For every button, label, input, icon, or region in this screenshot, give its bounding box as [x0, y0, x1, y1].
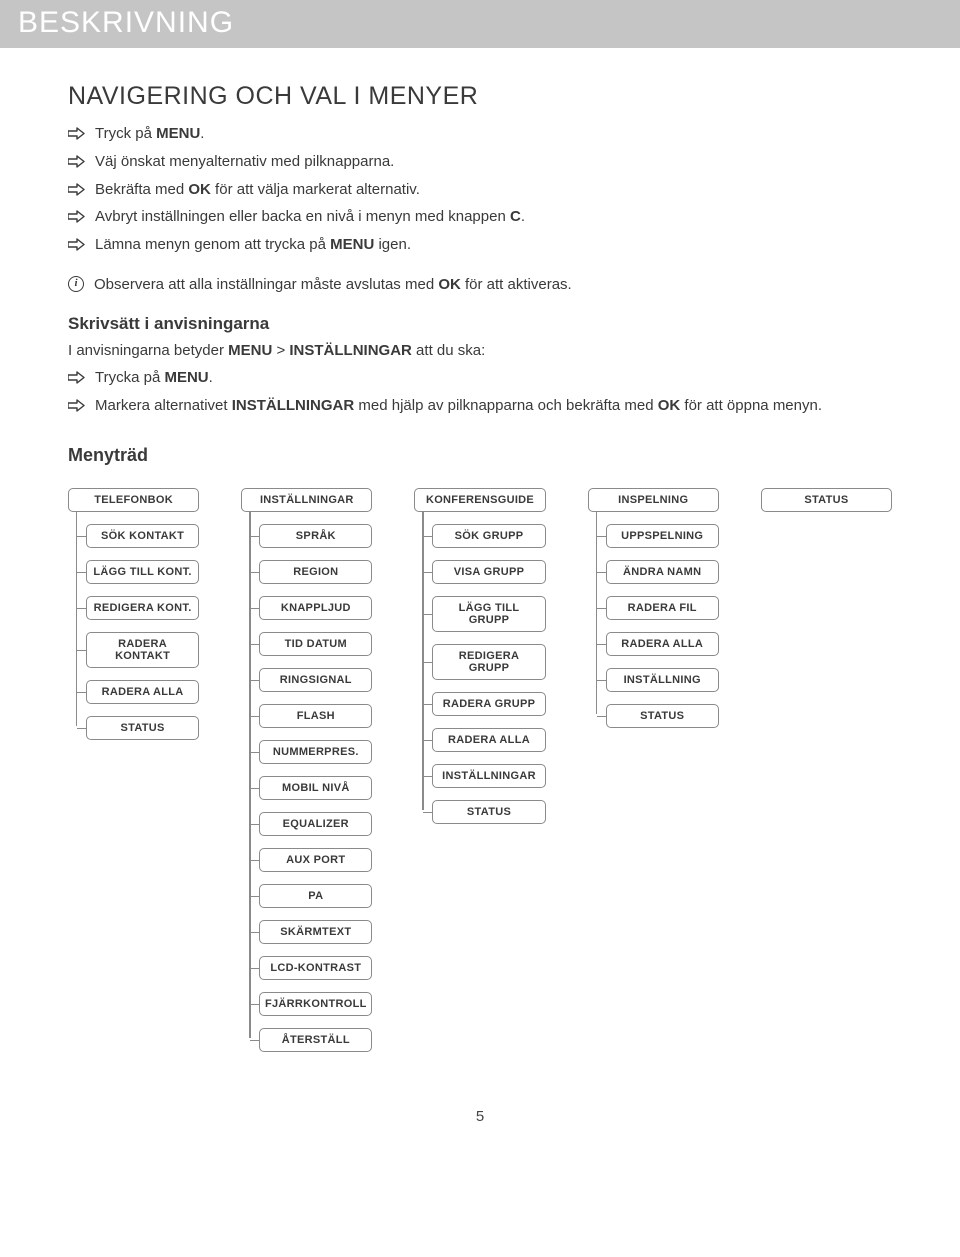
- menu-tree-child-node: LÄGG TILL GRUPP: [432, 596, 545, 632]
- step-text: Tryck på MENU.: [95, 123, 204, 145]
- menu-tree-child-node: KNAPPLJUD: [259, 596, 372, 620]
- menu-tree-child-node: ÅTERSTÄLL: [259, 1028, 372, 1052]
- menu-tree: TELEFONBOK SÖK KONTAKT LÄGG TILL KONT. REDI…: [68, 488, 892, 1064]
- step-text: Väj önskat menyalternativ med pilknappar…: [95, 151, 394, 173]
- step-item: Trycka på MENU.: [68, 367, 892, 389]
- info-note-list: i Observera att alla inställningar måste…: [68, 274, 892, 296]
- step-item: Tryck på MENU.: [68, 123, 892, 145]
- menu-tree-child-node: SÖK KONTAKT: [86, 524, 199, 548]
- menu-tree-child-node: RADERA ALLA: [606, 632, 719, 656]
- menu-tree-children: SÖK GRUPP VISA GRUPP LÄGG TILL GRUPP REDIGE…: [414, 524, 545, 824]
- arrow-right-icon: [68, 127, 85, 140]
- menu-tree-child-node: FJÄRRKONTROLL: [259, 992, 372, 1016]
- menu-tree-column: KONFERENSGUIDE SÖK GRUPP VISA GRUPP LÄGG TI…: [414, 488, 545, 836]
- menu-tree-column: STATUS: [761, 488, 892, 524]
- arrow-right-icon: [68, 399, 85, 412]
- menu-tree-child-node: ÄNDRA NAMN: [606, 560, 719, 584]
- info-note-text: Observera att alla inställningar måste a…: [94, 274, 572, 296]
- menu-tree-children: UPPSPELNING ÄNDRA NAMN RADERA FIL RADERA AL…: [588, 524, 719, 728]
- subsection-heading: Skrivsätt i anvisningarna: [68, 314, 892, 334]
- arrow-right-icon: [68, 155, 85, 168]
- menu-tree-child-node: REDIGERA KONT.: [86, 596, 199, 620]
- menu-tree-column: INSTÄLLNINGAR SPRÅK REGION KNAPPLJUD TID DAT…: [241, 488, 372, 1064]
- info-note: i Observera att alla inställningar måste…: [68, 274, 892, 296]
- menu-tree-child-node: RADERA KONTAKT: [86, 632, 199, 668]
- menu-tree-child-node: REGION: [259, 560, 372, 584]
- menu-tree-child-node: RADERA ALLA: [86, 680, 199, 704]
- page-header: BESKRIVNING: [0, 0, 960, 48]
- menu-tree-top-node: KONFERENSGUIDE: [414, 488, 545, 512]
- menu-tree-child-node: UPPSPELNING: [606, 524, 719, 548]
- menu-tree-child-node: MOBIL NIVÅ: [259, 776, 372, 800]
- step-text: Avbryt inställningen eller backa en nivå…: [95, 206, 525, 228]
- menu-tree-column: TELEFONBOK SÖK KONTAKT LÄGG TILL KONT. REDI…: [68, 488, 199, 752]
- menu-tree-child-node: SÖK GRUPP: [432, 524, 545, 548]
- step-item: Avbryt inställningen eller backa en nivå…: [68, 206, 892, 228]
- step-item: Markera alternativet INSTÄLLNINGAR med h…: [68, 395, 892, 417]
- menu-tree-child-node: FLASH: [259, 704, 372, 728]
- menu-tree-child-node: PA: [259, 884, 372, 908]
- page-number: 5: [68, 1108, 892, 1125]
- menu-tree-column: INSPELNING UPPSPELNING ÄNDRA NAMN RADERA FI…: [588, 488, 719, 740]
- menu-tree-child-node: STATUS: [606, 704, 719, 728]
- subsection-steps-list: Trycka på MENU. Markera alternativet INST…: [68, 367, 892, 417]
- menu-tree-children: SÖK KONTAKT LÄGG TILL KONT. REDIGERA KONT.…: [68, 524, 199, 740]
- step-text: Bekräfta med OK för att välja markerat a…: [95, 179, 420, 201]
- menu-tree-child-node: NUMMERPRES.: [259, 740, 372, 764]
- step-item: Bekräfta med OK för att välja markerat a…: [68, 179, 892, 201]
- page-header-title: BESKRIVNING: [18, 6, 942, 40]
- menu-tree-child-node: RADERA GRUPP: [432, 692, 545, 716]
- menu-tree-child-node: STATUS: [432, 800, 545, 824]
- menu-tree-child-node: VISA GRUPP: [432, 560, 545, 584]
- menu-tree-child-node: AUX PORT: [259, 848, 372, 872]
- menu-tree-top-node: INSPELNING: [588, 488, 719, 512]
- menu-tree-top-node: TELEFONBOK: [68, 488, 199, 512]
- step-item: Väj önskat menyalternativ med pilknappar…: [68, 151, 892, 173]
- menu-tree-heading: Menyträd: [68, 445, 892, 466]
- menu-tree-top-node: INSTÄLLNINGAR: [241, 488, 372, 512]
- navigation-steps-list: Tryck på MENU. Väj önskat menyalternativ …: [68, 123, 892, 256]
- step-text: Lämna menyn genom att trycka på MENU ige…: [95, 234, 411, 256]
- info-icon: i: [68, 276, 84, 292]
- section-heading: NAVIGERING OCH VAL I MENYER: [68, 82, 892, 111]
- menu-tree-child-node: REDIGERA GRUPP: [432, 644, 545, 680]
- step-text: Trycka på MENU.: [95, 367, 213, 389]
- arrow-right-icon: [68, 183, 85, 196]
- menu-tree-child-node: INSTÄLLNINGAR: [432, 764, 545, 788]
- step-text: Markera alternativet INSTÄLLNINGAR med h…: [95, 395, 822, 417]
- menu-tree-children: SPRÅK REGION KNAPPLJUD TID DATUM RINGSIGNAL F…: [241, 524, 372, 1052]
- menu-tree-child-node: STATUS: [86, 716, 199, 740]
- menu-tree-child-node: RADERA FIL: [606, 596, 719, 620]
- menu-tree-child-node: TID DATUM: [259, 632, 372, 656]
- arrow-right-icon: [68, 210, 85, 223]
- menu-tree-child-node: INSTÄLLNING: [606, 668, 719, 692]
- menu-tree-child-node: SKÄRMTEXT: [259, 920, 372, 944]
- menu-tree-child-node: RADERA ALLA: [432, 728, 545, 752]
- subsection-intro-text: I anvisningarna betyder MENU > INSTÄLLNI…: [68, 340, 892, 362]
- step-item: Lämna menyn genom att trycka på MENU ige…: [68, 234, 892, 256]
- arrow-right-icon: [68, 371, 85, 384]
- arrow-right-icon: [68, 238, 85, 251]
- menu-tree-child-node: RINGSIGNAL: [259, 668, 372, 692]
- menu-tree-child-node: SPRÅK: [259, 524, 372, 548]
- menu-tree-child-node: LCD-KONTRAST: [259, 956, 372, 980]
- menu-tree-top-node: STATUS: [761, 488, 892, 512]
- menu-tree-child-node: EQUALIZER: [259, 812, 372, 836]
- menu-tree-child-node: LÄGG TILL KONT.: [86, 560, 199, 584]
